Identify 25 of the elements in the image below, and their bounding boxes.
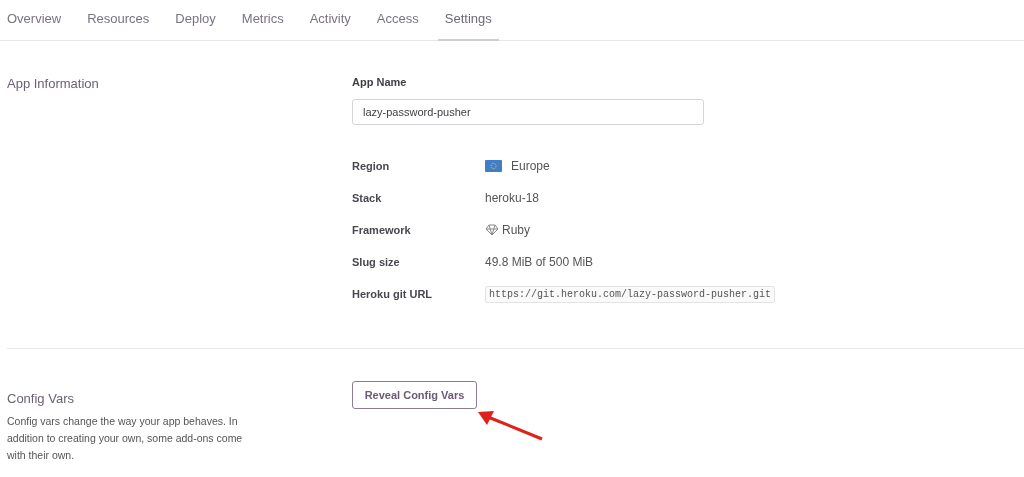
detail-label: Stack bbox=[352, 192, 383, 204]
section-title: Config Vars bbox=[7, 391, 75, 406]
reveal-config-vars-button[interactable]: Reveal Config Vars bbox=[352, 381, 477, 409]
detail-value: 49.8 MiB of 500 MiB bbox=[485, 255, 594, 269]
detail-label: Region bbox=[352, 160, 391, 172]
detail-value: Europe bbox=[511, 159, 550, 173]
flag-icon bbox=[485, 160, 502, 172]
section-description: Config vars change the way your app behaves. In addition to creating your own, some add-ons come with their own. bbox=[7, 414, 244, 463]
detail-value: heroku-18 bbox=[485, 191, 540, 205]
tab[interactable]: Activity bbox=[309, 0, 351, 41]
section-title: App Information bbox=[7, 76, 100, 93]
gem-icon bbox=[485, 224, 499, 236]
git-url-text: https://git.heroku.com/lazy-password-pusher.git bbox=[485, 285, 776, 303]
tab[interactable]: Deploy bbox=[175, 0, 216, 41]
tab[interactable]: Metrics bbox=[241, 0, 284, 41]
field-label: App Name bbox=[352, 76, 408, 88]
tab[interactable]: Resources bbox=[87, 0, 150, 41]
detail-label: Heroku git URL bbox=[352, 288, 434, 300]
detail-value: Ruby bbox=[502, 223, 530, 237]
detail-label: Framework bbox=[352, 224, 412, 236]
tab[interactable]: Settings bbox=[437, 0, 499, 41]
detail-label: Slug size bbox=[352, 256, 401, 268]
tab[interactable]: Access bbox=[376, 0, 419, 41]
app-name-field[interactable]: lazy-password-pusher bbox=[352, 99, 704, 125]
tab[interactable]: Overview bbox=[7, 0, 62, 41]
